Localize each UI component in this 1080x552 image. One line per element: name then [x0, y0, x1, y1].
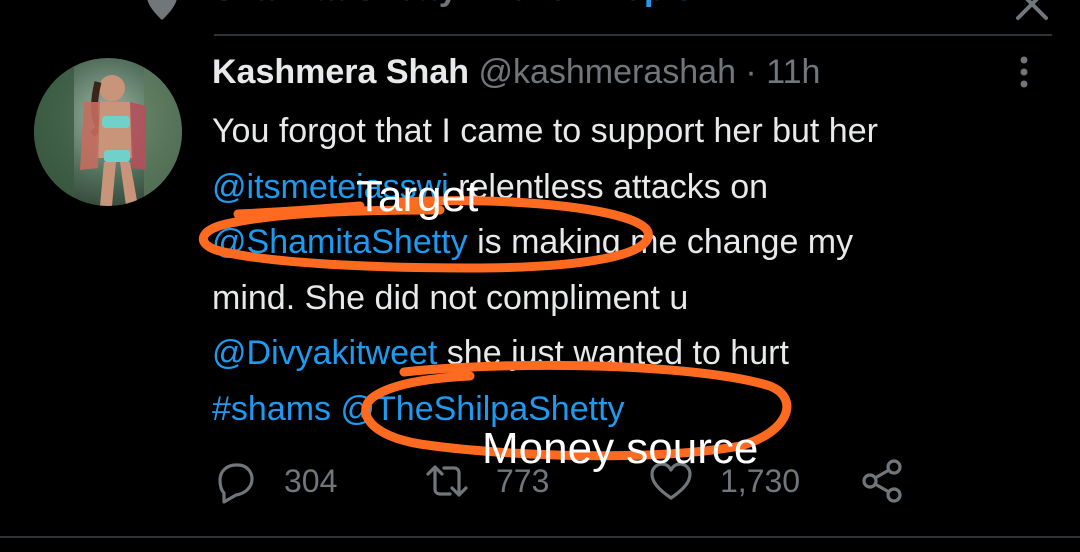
reply-button[interactable]: 304 [212, 454, 337, 508]
tweet-text-segment: You forgot that I came to support her bu… [212, 112, 878, 150]
avatar-image [34, 58, 182, 206]
divider [0, 536, 1080, 538]
mention-link[interactable]: @ShamitaShetty [212, 223, 468, 261]
more-options-icon[interactable] [1014, 52, 1034, 92]
close-icon[interactable] [1012, 0, 1052, 24]
mention-link[interactable]: @Divyakitweet [212, 334, 437, 372]
reply-icon [218, 463, 254, 504]
hashtag-link[interactable]: #shams [212, 390, 331, 428]
follow-topic-link[interactable]: Follow Topic [488, 0, 693, 8]
avatar[interactable] [34, 58, 182, 206]
tweet-line: @itsmeteiasswi relentless attacks on [212, 160, 1042, 216]
tweet-text: You forgot that I came to support her bu… [212, 104, 1042, 437]
retweet-icon [426, 465, 468, 497]
share-icon [862, 459, 902, 503]
tweet-text-segment: she just wanted to hurt [437, 334, 789, 372]
tweet-text-segment: mind. She did not compliment u [212, 278, 689, 317]
tweet-line: @Divyakitweet she just wanted to hurt [212, 326, 1042, 382]
topic-icon [147, 0, 177, 20]
tweet-text-segment: relentless attacks on [448, 167, 769, 206]
tweet-text-segment [331, 390, 340, 428]
author-name[interactable]: Kashmera Shah [212, 53, 469, 91]
tweet-time[interactable]: 11h [766, 53, 820, 91]
topic-separator: · [458, 0, 488, 8]
topic-bar: Shamita Shetty · Follow Topic [0, 0, 1080, 34]
annotation-money-label: Money source [482, 424, 759, 473]
annotation-target-label: Target [356, 172, 479, 221]
share-button[interactable] [860, 454, 906, 508]
mention-link[interactable]: @TheShilpaShetty [341, 390, 625, 428]
tweet-header: Kashmera Shah @kashmerashah · 11h [212, 50, 820, 94]
tweet-line: mind. She did not compliment u [212, 271, 1042, 327]
tweet-line: @ShamitaShetty is making me change my [212, 215, 1042, 271]
author-handle[interactable]: @kashmerashah [478, 53, 736, 91]
tweet-line: You forgot that I came to support her bu… [212, 104, 1042, 160]
tweet-text-segment: is making me change my [467, 223, 854, 261]
topic-name[interactable]: Shamita Shetty [212, 0, 458, 8]
divider [214, 34, 1052, 36]
reply-count: 304 [284, 462, 338, 499]
header-separator: · [735, 53, 767, 91]
